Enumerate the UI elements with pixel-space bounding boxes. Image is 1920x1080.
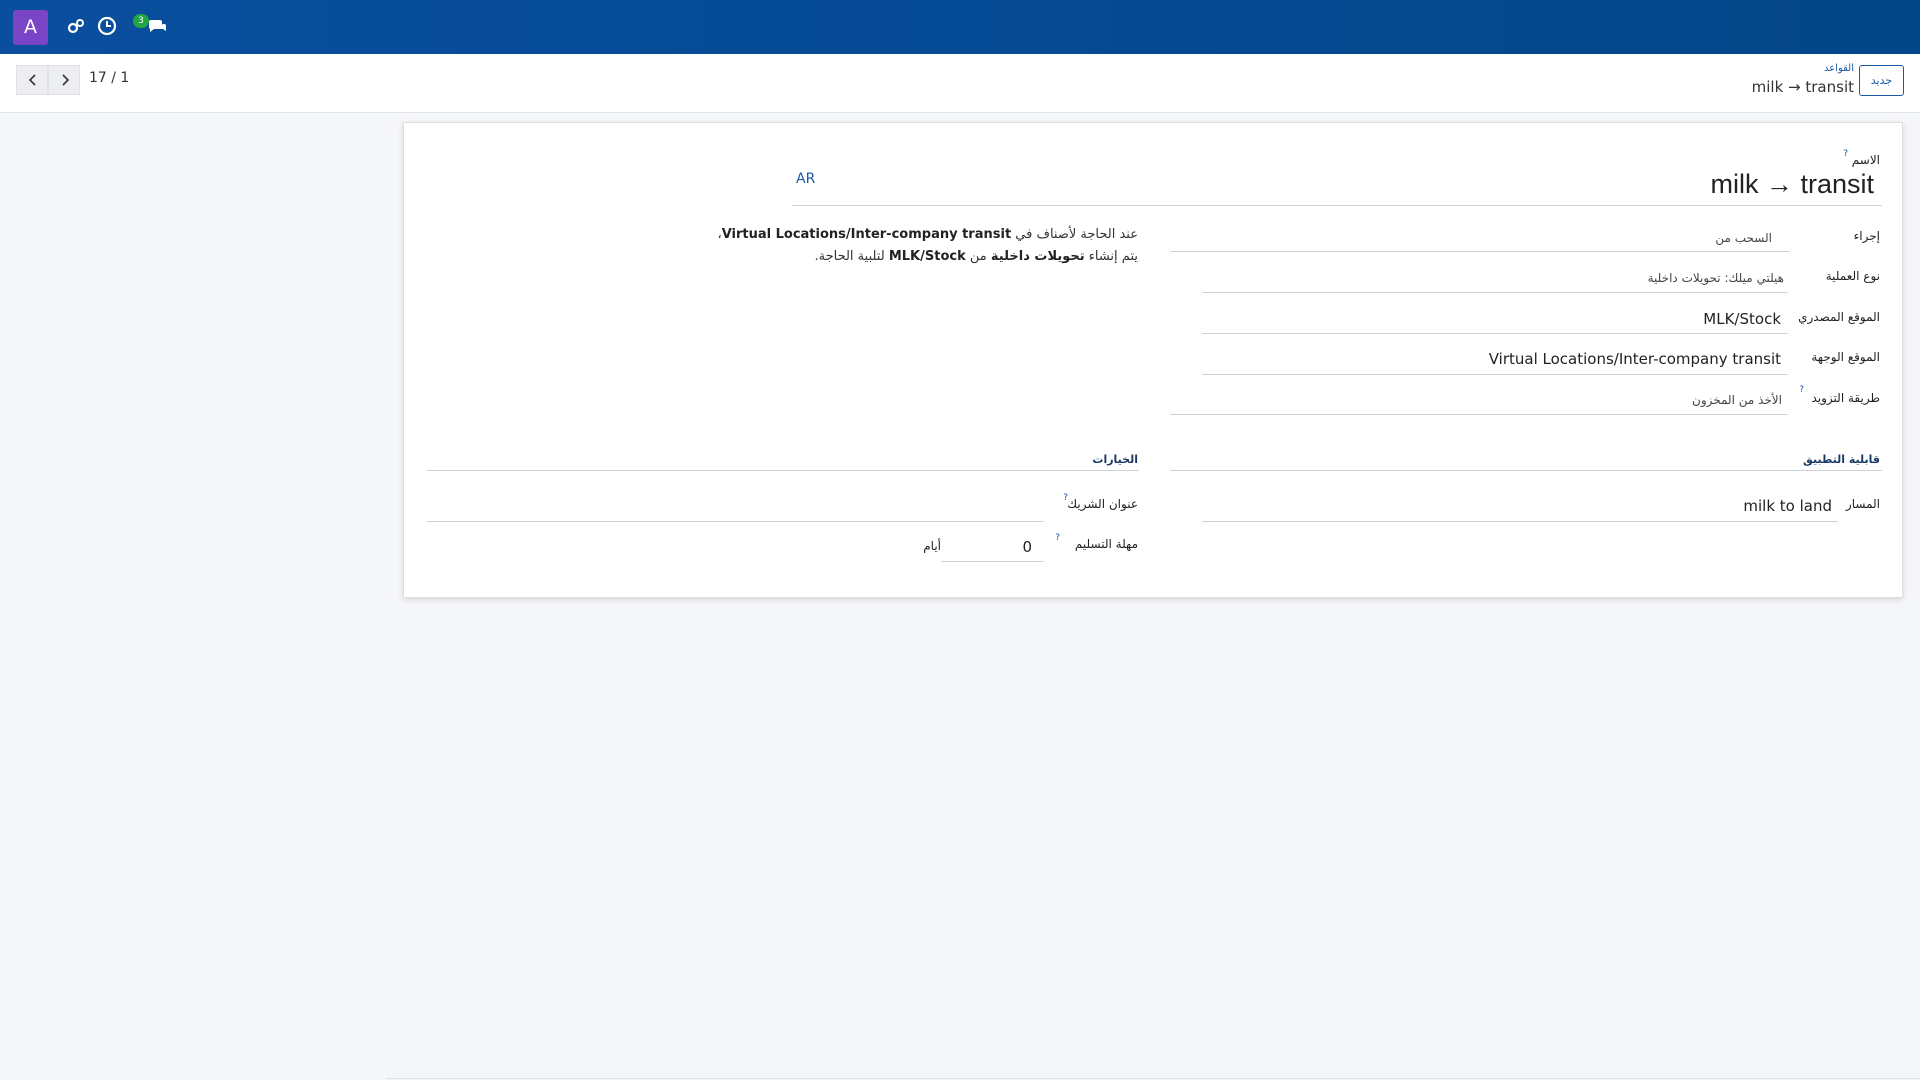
new-button[interactable]: جديد: [1859, 65, 1904, 96]
dest-location-field[interactable]: Virtual Locations/Inter-company transit: [1489, 350, 1781, 368]
lead-time-underline: [941, 561, 1044, 562]
partner-address-label: عنوان الشريك: [1067, 497, 1138, 511]
lead-time-input[interactable]: 0: [1022, 538, 1032, 556]
chat-icon[interactable]: [146, 15, 168, 37]
help-icon[interactable]: ?: [1055, 533, 1060, 543]
applicability-separator: [1170, 470, 1882, 471]
supply-method-underline: [1170, 414, 1788, 415]
name-underline: [792, 205, 1882, 206]
chevron-left-icon: [28, 74, 36, 86]
top-navbar: A 3: [0, 0, 1920, 54]
clock-icon[interactable]: [96, 15, 118, 37]
route-field[interactable]: milk to land: [1743, 497, 1832, 515]
breadcrumb-current: milk → transit: [1751, 78, 1854, 96]
applicability-section-title: قابلية التطبيق: [1803, 453, 1880, 466]
chevron-right-icon: [62, 74, 70, 86]
pager-previous-button[interactable]: [16, 65, 48, 95]
gears-icon[interactable]: [65, 15, 87, 37]
lead-time-unit: أيام: [923, 539, 941, 553]
language-button[interactable]: AR: [796, 171, 815, 187]
supply-method-label: طريقة التزويد: [1811, 391, 1881, 405]
route-label: المسار: [1845, 497, 1880, 511]
dest-location-label: الموقع الوجهة: [1811, 350, 1880, 364]
user-avatar[interactable]: A: [13, 10, 48, 45]
message-count-badge: 3: [133, 14, 149, 28]
operation-type-label: نوع العملية: [1825, 269, 1880, 283]
source-location-field[interactable]: MLK/Stock: [1703, 310, 1781, 328]
dest-location-underline: [1202, 374, 1788, 375]
operation-type-underline: [1202, 292, 1788, 293]
help-icon[interactable]: ?: [1063, 493, 1068, 503]
bottom-separator: [386, 1078, 1920, 1079]
options-section-title: الخيارات: [1092, 453, 1138, 466]
rule-description-line2: يتم إنشاء تحويلات داخلية من MLK/Stock لت…: [814, 249, 1138, 264]
pager-value[interactable]: 17 / 1: [89, 70, 129, 86]
rule-name-input[interactable]: milk → transit: [1710, 169, 1874, 200]
partner-address-underline: [427, 521, 1044, 522]
action-underline: [1170, 251, 1790, 252]
route-underline: [1202, 521, 1838, 522]
help-icon[interactable]: ?: [1799, 385, 1804, 395]
source-location-label: الموقع المصدري: [1798, 310, 1880, 324]
name-label: الاسم: [1851, 153, 1880, 167]
breadcrumb-parent[interactable]: القواعد: [1824, 63, 1854, 74]
source-location-underline: [1202, 333, 1788, 334]
operation-type-field[interactable]: هيلتي ميلك: تحويلات داخلية: [1648, 271, 1784, 285]
supply-method-select[interactable]: الأخذ من المخزون: [1692, 393, 1782, 407]
action-label: إجراء: [1853, 229, 1880, 243]
pager-next-button[interactable]: [48, 65, 80, 95]
options-separator: [427, 470, 1139, 471]
control-panel: 17 / 1 جديد القواعد milk → transit: [0, 54, 1920, 113]
form-sheet: الاسم ? milk → transit AR إجراء السحب من…: [403, 122, 1903, 598]
lead-time-label: مهلة التسليم: [1074, 537, 1138, 551]
action-select[interactable]: السحب من: [1715, 231, 1772, 245]
rule-description-line1: عند الحاجة لأصناف في Virtual Locations/I…: [717, 227, 1138, 242]
help-icon[interactable]: ?: [1843, 149, 1848, 159]
